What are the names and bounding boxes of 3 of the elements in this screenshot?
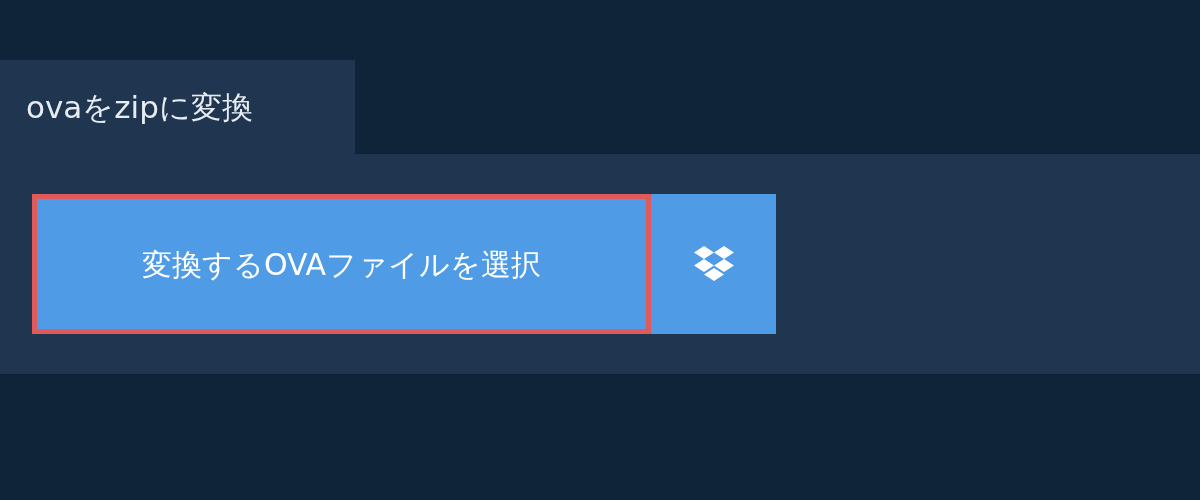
tab[interactable]: ovaをzipに変換 [0, 60, 355, 154]
dropbox-button[interactable] [651, 194, 776, 334]
dropbox-icon [693, 246, 734, 282]
